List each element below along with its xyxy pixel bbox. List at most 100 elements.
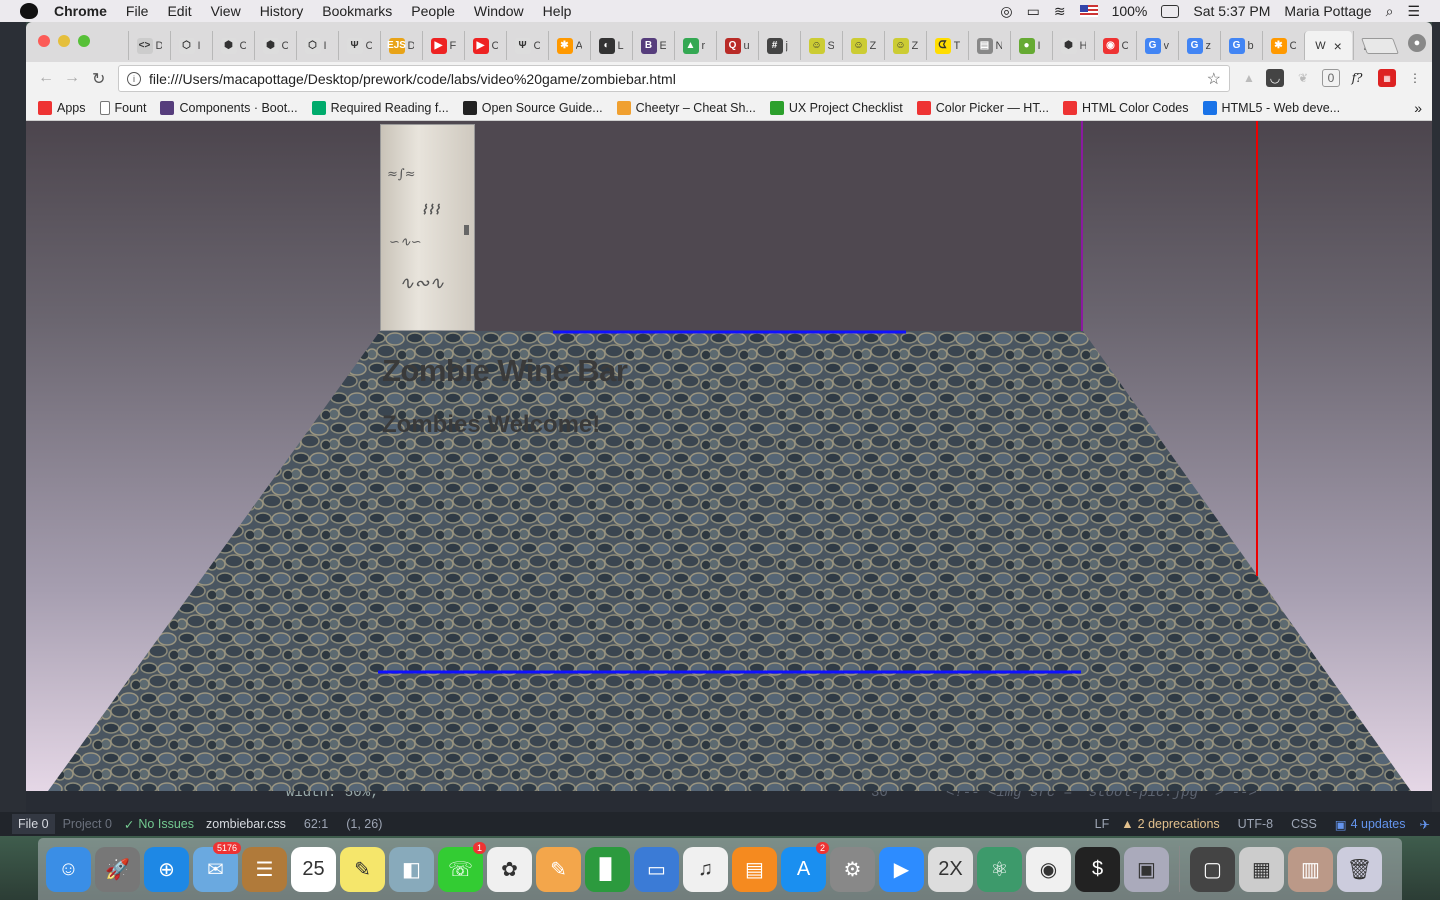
wifi-icon[interactable]: ≋ [1054, 3, 1066, 20]
image-capture-icon[interactable]: ▣ [1124, 846, 1169, 892]
browser-tab[interactable]: ◐ L [590, 31, 631, 60]
cursor-position[interactable]: 62:1 [304, 817, 328, 831]
keynote-icon[interactable]: ▭ [634, 846, 679, 892]
reload-icon[interactable]: ↻ [92, 69, 105, 89]
trash-icon[interactable]: 🗑 [1337, 846, 1382, 892]
browser-tab[interactable]: ✱ C [1262, 31, 1303, 60]
input-source-flag-icon[interactable] [1079, 5, 1098, 17]
browser-tab[interactable]: ✱ A [548, 31, 589, 60]
terminal-icon[interactable]: $ [1075, 846, 1120, 892]
bookmark-item[interactable]: Color Picker — HT... [916, 100, 1049, 115]
zoom-icon[interactable]: ▶ [879, 846, 924, 892]
selection-count[interactable]: (1, 26) [346, 817, 382, 831]
appstore-icon[interactable]: A2 [781, 841, 829, 892]
browser-tab[interactable]: Gz [1178, 31, 1219, 60]
active-browser-tab[interactable]: W × [1304, 31, 1352, 60]
menu-bookmarks[interactable]: Bookmarks [322, 3, 392, 19]
browser-tab[interactable]: ● I [1010, 31, 1051, 60]
browser-tab[interactable]: ☺ S [800, 31, 841, 60]
browser-tab[interactable]: Qu [716, 31, 757, 60]
browser-tab[interactable]: ᗧT [926, 31, 967, 60]
parallels-icon[interactable]: 2X [928, 846, 973, 892]
clock[interactable]: Sat 5:37 PM [1193, 3, 1270, 19]
grammar-selector[interactable]: CSS [1291, 817, 1317, 831]
browser-tab[interactable]: ☺ Z [842, 31, 883, 60]
extension-leaf-icon[interactable]: ❦ [1294, 69, 1312, 87]
ibooks-icon[interactable]: ▤ [732, 846, 777, 892]
extension-red-icon[interactable]: ▦ [1378, 69, 1396, 87]
battery-icon[interactable] [1161, 4, 1180, 18]
browser-tab[interactable]: Gv [1136, 31, 1177, 60]
extension-square-icon[interactable]: 0 [1322, 69, 1340, 87]
preview-icon[interactable]: ◧ [389, 846, 434, 892]
browser-tab[interactable]: ◉ C [1094, 31, 1135, 60]
numbers-icon[interactable]: ▊ [585, 846, 630, 892]
notes-icon[interactable]: ✎ [340, 846, 385, 892]
spotlight-search-icon[interactable]: ⌕ [1386, 3, 1394, 20]
folder-2-icon[interactable]: ▦ [1239, 846, 1284, 892]
browser-tab[interactable]: ▶ F [422, 31, 463, 60]
browser-tab[interactable]: Gb [1220, 31, 1261, 60]
bookmark-item[interactable]: Required Reading f... [311, 100, 449, 115]
apple-icon[interactable] [20, 3, 38, 19]
folder-3-icon[interactable]: ▥ [1288, 846, 1333, 892]
itunes-icon[interactable]: ♫ [683, 846, 728, 892]
browser-tab[interactable]: ΨC [506, 31, 547, 60]
browser-tab[interactable]: ▤ N [968, 31, 1009, 60]
browser-tab[interactable]: BE [632, 31, 673, 60]
updates-status[interactable]: 4 updates [1351, 817, 1406, 831]
menu-view[interactable]: View [211, 3, 241, 19]
bookmark-item[interactable]: UX Project Checklist [769, 100, 903, 115]
address-url[interactable]: file:///Users/macapottage/Desktop/prewor… [149, 71, 676, 87]
folder-1-icon[interactable]: ▢ [1190, 846, 1235, 892]
whatfont-extension-icon[interactable]: f? [1348, 69, 1366, 87]
close-window-button[interactable] [38, 35, 50, 47]
menu-app-chrome[interactable]: Chrome [54, 3, 107, 19]
bookmarks-overflow-icon[interactable]: » [1414, 100, 1422, 116]
page-info-icon[interactable]: i [127, 71, 141, 86]
pages-icon[interactable]: ✎ [536, 846, 581, 892]
system-preferences-icon[interactable]: ⚙ [830, 846, 875, 892]
notification-center-icon[interactable]: ☰ [1407, 3, 1420, 20]
bookmark-item[interactable]: HTML Color Codes [1063, 100, 1189, 115]
browser-tab[interactable]: # j [758, 31, 799, 60]
pocket-extension-icon[interactable]: ◡ [1266, 69, 1284, 87]
menu-people[interactable]: People [411, 3, 455, 19]
menu-edit[interactable]: Edit [167, 3, 191, 19]
bookmark-item[interactable]: Fount [99, 100, 146, 115]
safari-icon[interactable]: ⊕ [144, 846, 189, 892]
bookmark-item[interactable]: Apps [38, 100, 86, 115]
browser-tab[interactable]: ΨC [338, 31, 379, 60]
menu-history[interactable]: History [260, 3, 304, 19]
chrome-icon[interactable]: ◉ [1026, 846, 1071, 892]
bookmark-item[interactable]: Cheetyr – Cheat Sh... [616, 100, 756, 115]
facetime-icon[interactable]: ☏ 1 [438, 841, 486, 892]
launchpad-icon[interactable]: 🚀 [95, 846, 140, 892]
browser-tab[interactable]: ⬢ H [1052, 31, 1093, 60]
menu-window[interactable]: Window [474, 3, 524, 19]
profile-icon[interactable]: ● [1408, 34, 1426, 52]
finder-icon[interactable]: ☺ [46, 846, 91, 892]
mail-icon[interactable]: ✉ 5176 [193, 841, 241, 892]
close-tab-icon[interactable]: × [1334, 38, 1342, 54]
bookmark-star-icon[interactable]: ☆ [1207, 69, 1221, 89]
calendar-icon[interactable]: 25 [291, 846, 336, 892]
browser-tab[interactable]: ☺ Z [884, 31, 925, 60]
browser-tab[interactable]: <> D [128, 31, 169, 60]
browser-tab[interactable]: ▶ C [464, 31, 505, 60]
status-filename[interactable]: zombiebar.css [206, 817, 286, 831]
new-tab-button[interactable] [1361, 38, 1399, 54]
user-name[interactable]: Maria Pottage [1284, 3, 1371, 19]
line-ending[interactable]: LF [1095, 817, 1110, 831]
browser-tab[interactable]: ▲ r [674, 31, 715, 60]
bookmark-item[interactable]: Components · Boot... [160, 100, 298, 115]
airplay-icon[interactable]: ▭ [1027, 3, 1040, 20]
bookmark-item[interactable]: Open Source Guide... [462, 100, 603, 115]
zoom-window-button[interactable] [78, 35, 90, 47]
browser-tab[interactable]: EJS D [380, 31, 421, 60]
minimize-window-button[interactable] [58, 35, 70, 47]
deprecations-status[interactable]: 2 deprecations [1138, 817, 1220, 831]
menu-help[interactable]: Help [543, 3, 572, 19]
menu-file[interactable]: File [126, 3, 149, 19]
twitter-bird-icon[interactable]: ✈ [1420, 817, 1430, 832]
